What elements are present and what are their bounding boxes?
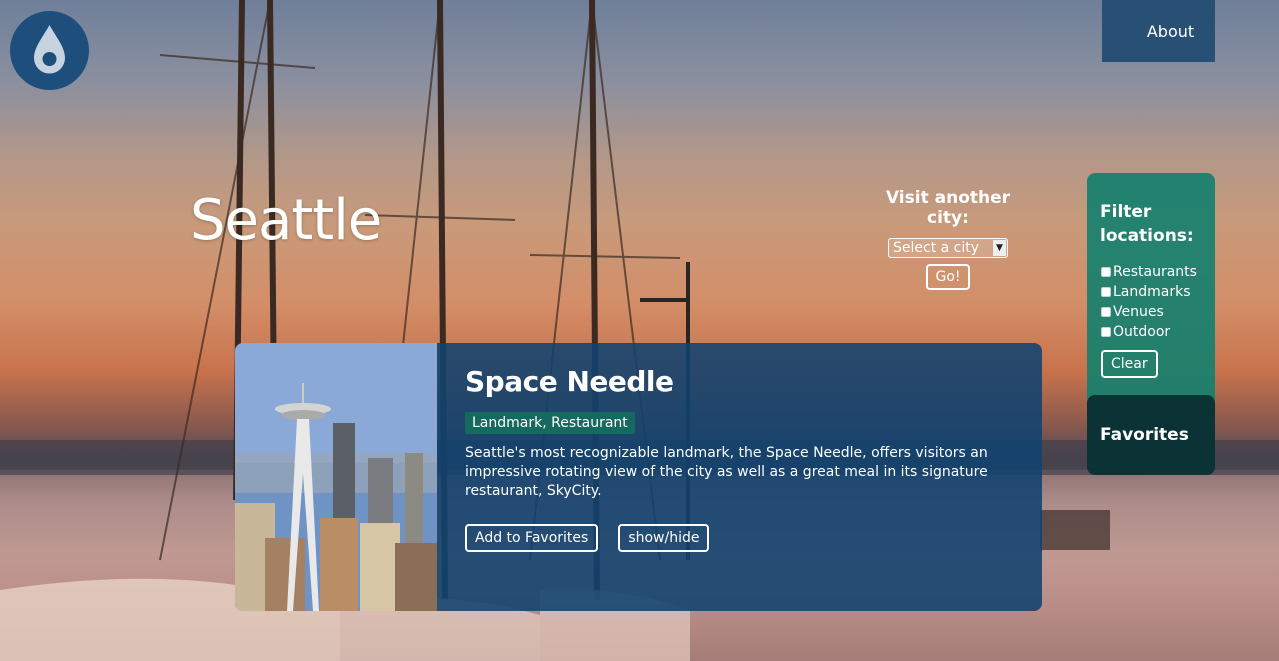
- checkbox[interactable]: [1101, 287, 1111, 297]
- favorites-panel: Favorites: [1087, 395, 1215, 475]
- location-title: Space Needle: [465, 365, 674, 398]
- filter-option-restaurants[interactable]: Restaurants: [1101, 262, 1215, 282]
- nav-about-label: About: [1146, 21, 1195, 41]
- visit-label: Visit another city:: [885, 188, 1011, 228]
- filter-title: Filter locations:: [1100, 202, 1194, 246]
- city-select-value: Select a city: [893, 240, 980, 256]
- card-actions: Add to Favorites show/hide: [465, 524, 1022, 552]
- city-title: Seattle: [190, 188, 382, 253]
- show-hide-button[interactable]: show/hide: [618, 524, 710, 552]
- filter-option-label: Restaurants: [1113, 264, 1197, 280]
- water-drop-icon: [34, 25, 65, 74]
- clear-button[interactable]: Clear: [1101, 350, 1158, 378]
- location-image: [235, 343, 437, 611]
- filter-option-label: Venues: [1113, 304, 1164, 320]
- add-to-favorites-button[interactable]: Add to Favorites: [465, 524, 599, 552]
- location-tags: Landmark, Restaurant: [465, 412, 635, 434]
- favorites-title: Favorites: [1100, 425, 1189, 445]
- nav-about-link[interactable]: About: [1102, 0, 1215, 62]
- filter-option-outdoor[interactable]: Outdoor: [1101, 322, 1215, 342]
- filter-option-landmarks[interactable]: Landmarks: [1101, 282, 1215, 302]
- location-description: Seattle's most recognizable landmark, th…: [465, 445, 988, 499]
- city-select[interactable]: Select a city ▼: [888, 238, 1008, 258]
- card-body: Space Needle Landmark, Restaurant Seattl…: [465, 363, 1022, 552]
- checkbox[interactable]: [1101, 327, 1111, 337]
- checkbox[interactable]: [1101, 307, 1111, 317]
- filter-option-label: Landmarks: [1113, 284, 1191, 300]
- chevron-down-icon: ▼: [993, 240, 1006, 256]
- filter-option-label: Outdoor: [1113, 324, 1171, 340]
- location-card: Space Needle Landmark, Restaurant Seattl…: [235, 343, 1042, 611]
- city-switcher: Visit another city: Select a city ▼ Go!: [868, 188, 1028, 290]
- filter-list: Restaurants Landmarks Venues Outdoor: [1087, 262, 1215, 342]
- checkbox[interactable]: [1101, 267, 1111, 277]
- go-button[interactable]: Go!: [926, 264, 970, 290]
- filter-option-venues[interactable]: Venues: [1101, 302, 1215, 322]
- logo[interactable]: [10, 11, 89, 90]
